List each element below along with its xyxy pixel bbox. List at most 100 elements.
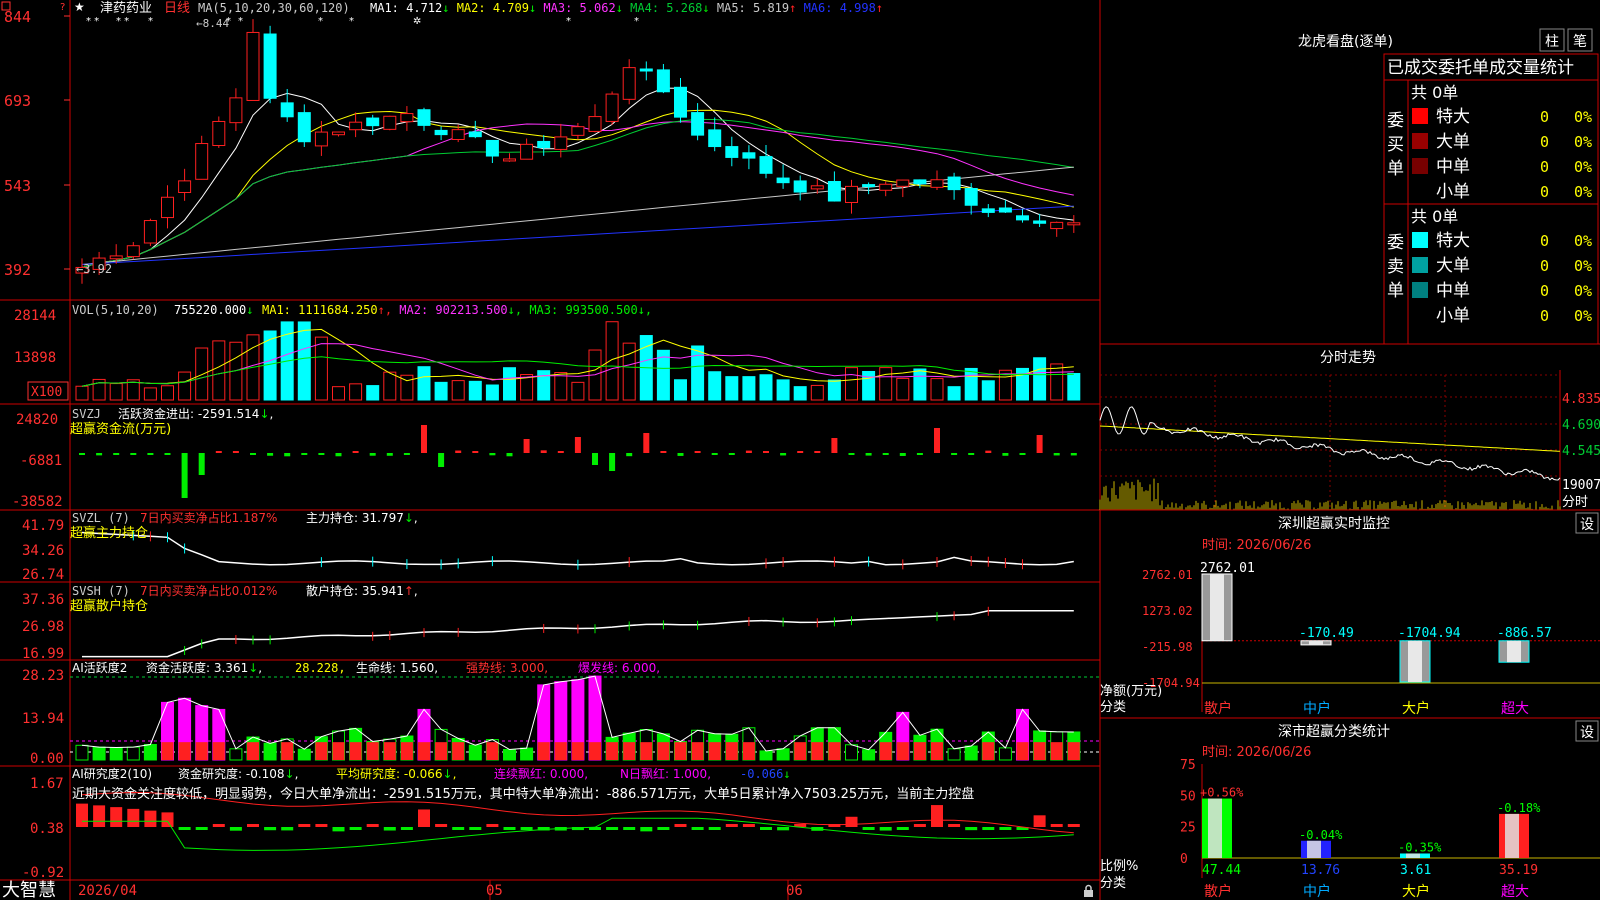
lhb-buy-row-pct: 0% <box>1574 133 1592 151</box>
ai-research-bar <box>1067 824 1080 827</box>
svzj-bar <box>609 453 616 471</box>
lhb-sell-group-label: 委卖单 <box>1387 233 1404 301</box>
svzl-label: 主力持仓: 31.797↓, <box>306 510 418 525</box>
sz-stats-settings-button[interactable]: 设 <box>1580 725 1594 741</box>
sz-stats-axis-title: 比例% <box>1100 859 1138 874</box>
svsh-y-tick-0: 37.36 <box>22 592 64 608</box>
candle-body <box>896 179 910 187</box>
svzj-bar <box>899 453 906 456</box>
vol-ma-value-3: MA3: 993500.500 <box>522 303 638 317</box>
sz-monitor-value-label: -1704.94 <box>1398 626 1461 641</box>
ai-activity-bar-base <box>195 742 208 760</box>
period-label[interactable]: 日线 <box>164 1 190 16</box>
sz-monitor-time: 时间: 2026/06/26 <box>1202 538 1311 553</box>
candle-body <box>366 117 380 127</box>
lhb-line-button[interactable]: 笔 <box>1573 34 1587 50</box>
ai-research-bar <box>965 827 978 831</box>
ai-active-burst-line: 爆发线: 6.000, <box>578 660 660 675</box>
lhb-group-char: 委 <box>1387 111 1404 131</box>
svg-text:* *: * * <box>116 16 129 27</box>
ai-research-bar <box>178 827 191 830</box>
lhb-sell-row-name: 大单 <box>1436 256 1470 276</box>
lhb-sell-row-pct: 0% <box>1574 232 1592 250</box>
ai-research-bar <box>264 827 277 831</box>
ai-activity-bar-base <box>435 742 448 760</box>
ai-research-bar <box>913 824 926 827</box>
svg-text:*: * <box>226 16 231 27</box>
sz-stats-y-tick: 25 <box>1180 821 1196 836</box>
ai-research-bar <box>469 827 482 830</box>
ai-research-bar <box>161 812 174 827</box>
volume-bar <box>366 385 380 401</box>
ai-activity-bar-base <box>896 742 909 760</box>
sz-monitor-settings-button[interactable]: 设 <box>1580 517 1594 533</box>
candle-body <box>503 158 516 162</box>
svzj-bar <box>831 438 838 453</box>
svzj-bar <box>643 433 650 453</box>
ai-research-bar <box>948 824 961 827</box>
svsh-red-text: 7日内买卖净占比0.012% <box>140 583 277 598</box>
ai-activity-bar-base <box>178 742 191 760</box>
star-icon: ★ <box>74 0 85 14</box>
lhb-buy-row-count: 0 <box>1540 133 1549 151</box>
svzj-bar <box>284 453 291 457</box>
ai-research-bar <box>212 824 225 827</box>
candle-body <box>742 152 756 159</box>
ai-activity-bar-base <box>486 742 499 760</box>
svzj-text: 活跃资金进出: -2591.514↓, <box>118 406 273 421</box>
ai-research-bar <box>725 824 738 827</box>
ai-research-commentary: 近期大资金关注度较低，明显弱势，今日大单净流出：-2591.515万元，其中特大… <box>72 786 974 802</box>
ai-activity-bar <box>947 748 961 761</box>
volume-bar <box>485 384 499 401</box>
lhb-buy-row-count: 0 <box>1540 108 1549 126</box>
ai-activity-bar-base <box>828 742 841 760</box>
candle-body <box>793 180 807 193</box>
ai-research-bar <box>247 824 259 827</box>
sz-monitor-bar-highlight <box>1408 640 1422 682</box>
candle-body <box>246 31 260 101</box>
vol-y-tick-28144: 28144 <box>14 308 56 324</box>
ai-research-bar <box>93 805 106 827</box>
svzj-bar <box>882 453 889 455</box>
lhb-sell-row-swatch <box>1412 232 1428 248</box>
ma-value-2: MA2: 4.709 <box>449 1 528 15</box>
svzj-bar <box>951 453 958 455</box>
volume-bar <box>195 347 209 401</box>
sz-monitor-category: 超大 <box>1501 701 1529 717</box>
volume-bar <box>383 371 397 401</box>
ai-activity-bar-base <box>674 742 687 760</box>
sz-stats-value-label: 13.76 <box>1301 863 1340 878</box>
volume-bar <box>827 379 841 401</box>
candle-body <box>571 126 585 136</box>
volume-bar <box>314 336 328 401</box>
volume-bar <box>503 367 516 401</box>
volume-bar <box>212 340 226 401</box>
ai-activity-bar-base <box>1067 742 1080 760</box>
sz-monitor-bar-highlight <box>1309 640 1323 645</box>
ai-research-bar <box>144 810 157 827</box>
ai-activity-bar-base <box>247 742 259 760</box>
ai-research-bar <box>674 824 687 827</box>
ai-activity-bar-base <box>742 742 755 760</box>
brand-label: 大智慧 <box>2 880 56 900</box>
volume-bar <box>776 379 790 401</box>
ai-activity-bar <box>862 749 876 761</box>
lhb-buy-row-swatch <box>1412 108 1428 124</box>
lhb-header: 已成交委托单成交量统计 <box>1387 58 1574 78</box>
candle-body <box>622 67 636 100</box>
svzj-bar <box>96 453 103 456</box>
sz-stats-value-label: 47.44 <box>1202 863 1241 878</box>
svzj-title: SVZJ <box>72 407 101 421</box>
svzj-bar <box>506 453 513 457</box>
lhb-bar-button[interactable]: 柱 <box>1545 34 1559 50</box>
ai-research-bar <box>640 827 653 832</box>
ai-activity-bar-base <box>657 742 670 760</box>
sz-stats-change-label: -0.04% <box>1299 828 1343 842</box>
ai-research-bar <box>862 827 875 830</box>
volume-bar <box>691 345 705 401</box>
ai-activity-bar-base <box>383 742 396 760</box>
lhb-sell-row-pct: 0% <box>1574 307 1592 325</box>
stock-name[interactable]: 津药药业 <box>100 1 152 16</box>
ai-research-bar <box>298 824 311 827</box>
ai-activity-bar-base <box>879 742 892 760</box>
